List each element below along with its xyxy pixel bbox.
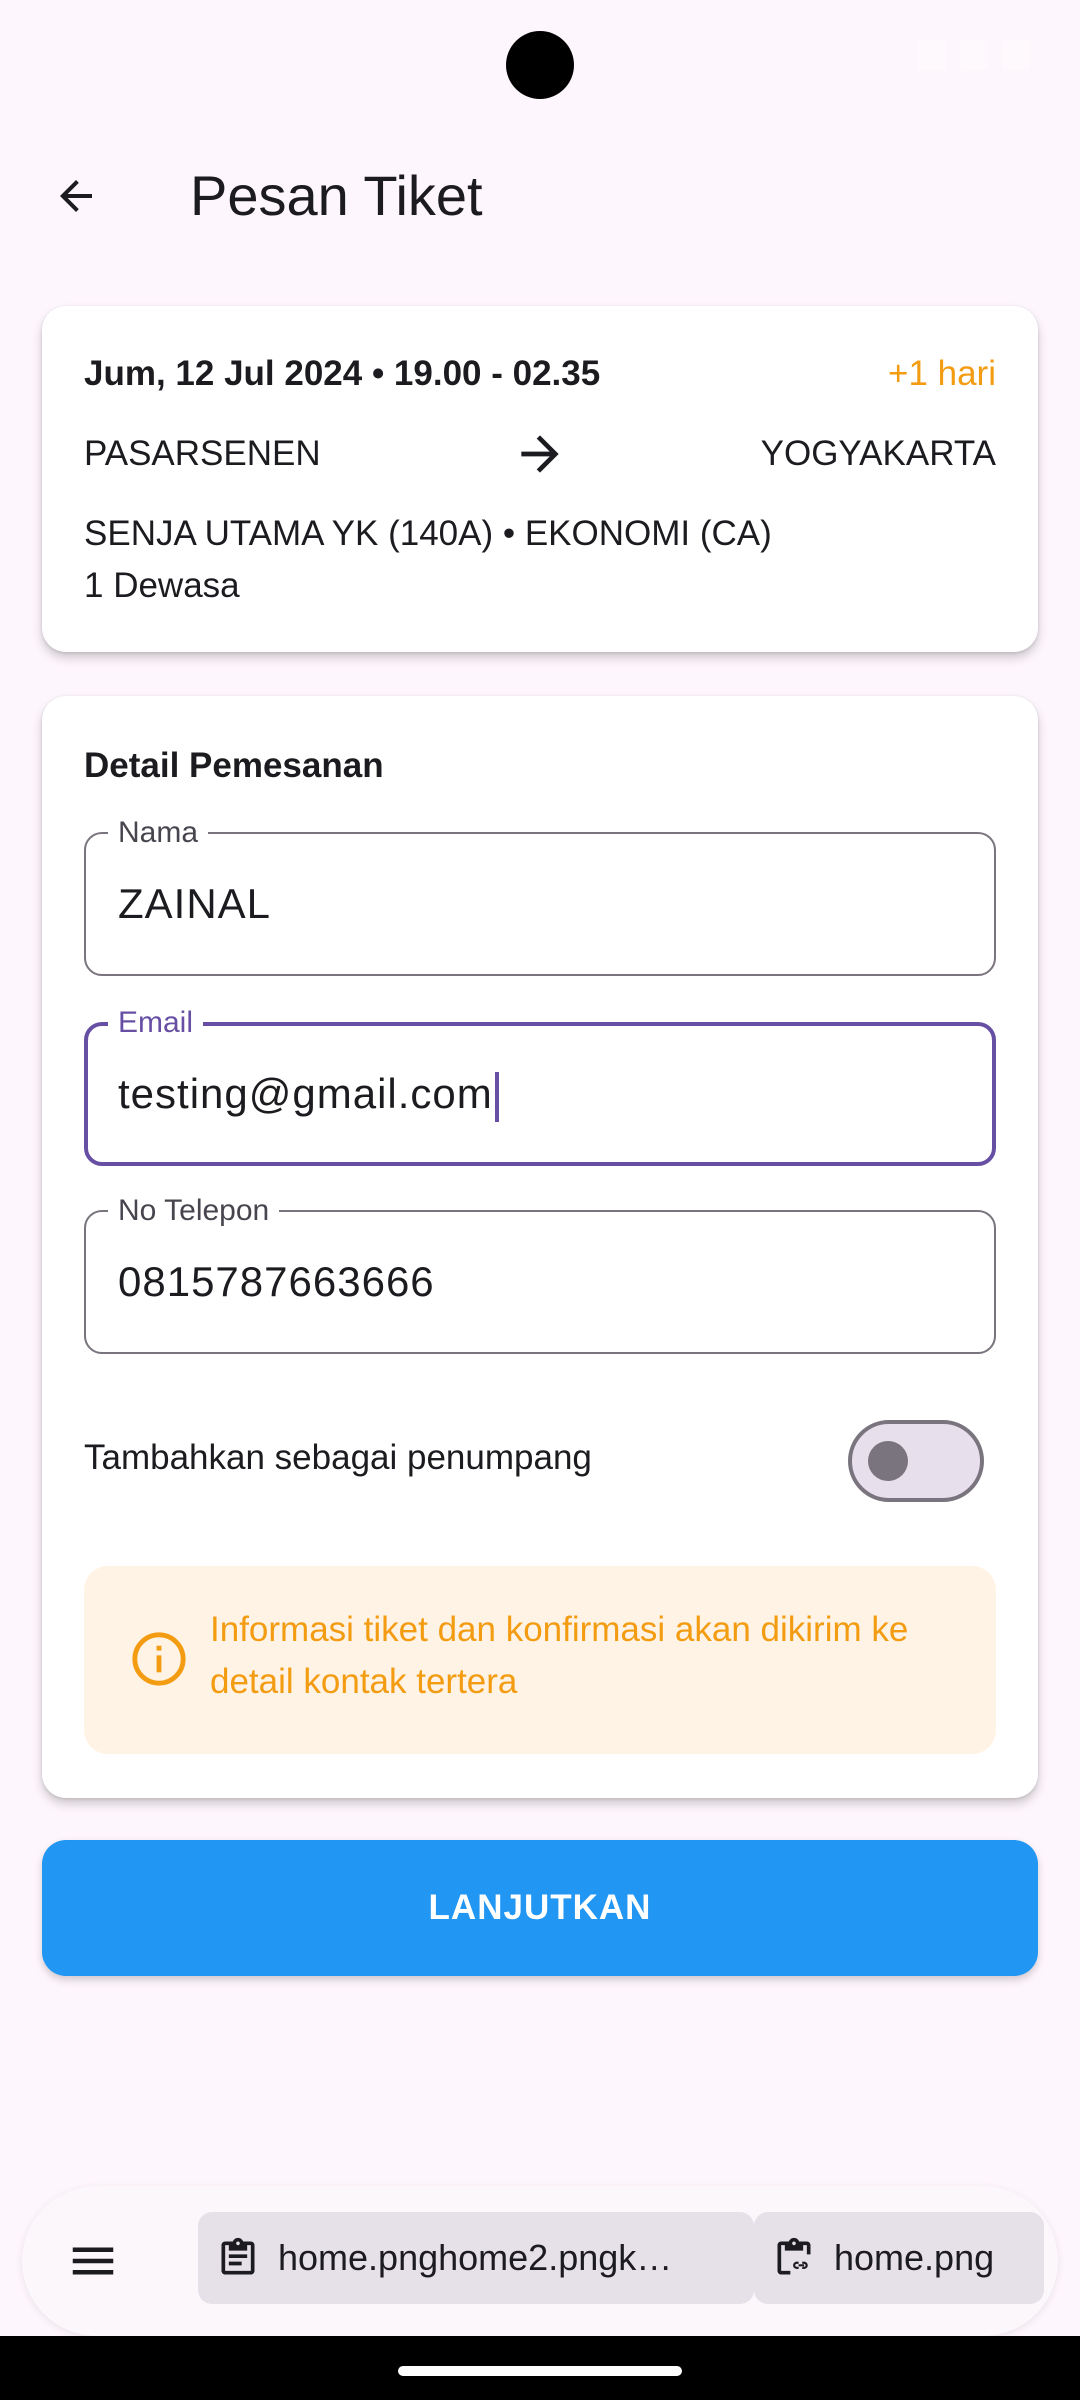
add-passenger-label: Tambahkan sebagai penumpang: [84, 1438, 592, 1477]
battery-icon: [1002, 40, 1030, 70]
email-label: Email: [108, 1006, 204, 1040]
info-icon: [132, 1632, 186, 1686]
clipboard-chip[interactable]: home.pnghome2.pngk…: [198, 2212, 754, 2304]
train-info: SENJA UTAMA YK (140A) • EKONOMI (CA): [84, 514, 772, 553]
info-banner: Informasi tiket dan konfirmasi akan diki…: [84, 1566, 996, 1754]
destination-station: YOGYAKARTA: [760, 434, 996, 473]
clipboard-chip-label: home.png: [834, 2237, 995, 2278]
home-gesture-pill[interactable]: [398, 2366, 682, 2376]
arrow-left-icon: [60, 180, 92, 212]
name-field[interactable]: Nama ZAINAL: [84, 816, 996, 976]
phone-label: No Telepon: [108, 1194, 280, 1228]
booking-details-card: Detail Pemesanan Nama ZAINAL Email testi…: [42, 696, 1038, 1798]
status-icons: [918, 40, 1030, 70]
day-offset: +1 hari: [888, 354, 996, 393]
section-title: Detail Pemesanan: [84, 746, 384, 785]
wifi-icon: [918, 40, 946, 70]
phone-field[interactable]: No Telepon 0815787663666: [84, 1194, 996, 1354]
app-bar: Pesan Tiket: [0, 130, 1080, 260]
status-bar: 2:54: [0, 0, 1080, 120]
back-button[interactable]: [40, 160, 112, 232]
trip-datetime: Jum, 12 Jul 2024 • 19.00 - 02.35: [84, 354, 601, 393]
text-caret: [494, 1071, 499, 1122]
clipboard-chip[interactable]: home.png: [754, 2212, 1044, 2304]
add-passenger-toggle[interactable]: [848, 1420, 984, 1502]
clipboard-bar: home.pnghome2.pngk… home.png: [22, 2186, 1058, 2336]
passenger-count: 1 Dewasa: [84, 566, 240, 605]
signal-icon: [960, 40, 988, 70]
email-value[interactable]: testing@gmail.com: [118, 1070, 493, 1117]
name-label: Nama: [108, 816, 209, 850]
camera-cutout: [506, 31, 574, 99]
email-field[interactable]: Email testing@gmail.com: [84, 1006, 996, 1166]
name-value[interactable]: ZAINAL: [118, 878, 271, 930]
menu-icon[interactable]: [66, 2234, 120, 2288]
page-title: Pesan Tiket: [190, 164, 483, 227]
system-nav-bar: [0, 2336, 1080, 2400]
clipboard-icon: [221, 2237, 255, 2275]
info-text: Informasi tiket dan konfirmasi akan diki…: [210, 1610, 909, 1701]
email-value-wrap[interactable]: testing@gmail.com: [118, 1068, 499, 1122]
clipboard-chip-label: home.pnghome2.pngk…: [278, 2237, 673, 2278]
origin-station: PASARSENEN: [84, 434, 321, 473]
phone-value[interactable]: 0815787663666: [118, 1256, 435, 1308]
arrow-right-icon: [521, 435, 559, 473]
trip-summary-card: Jum, 12 Jul 2024 • 19.00 - 02.35 +1 hari…: [42, 306, 1038, 652]
toggle-knob: [868, 1441, 908, 1481]
continue-button[interactable]: LANJUTKAN: [42, 1840, 1038, 1976]
clipboard-link-icon: [777, 2237, 811, 2275]
status-time: 2:54: [78, 38, 141, 74]
